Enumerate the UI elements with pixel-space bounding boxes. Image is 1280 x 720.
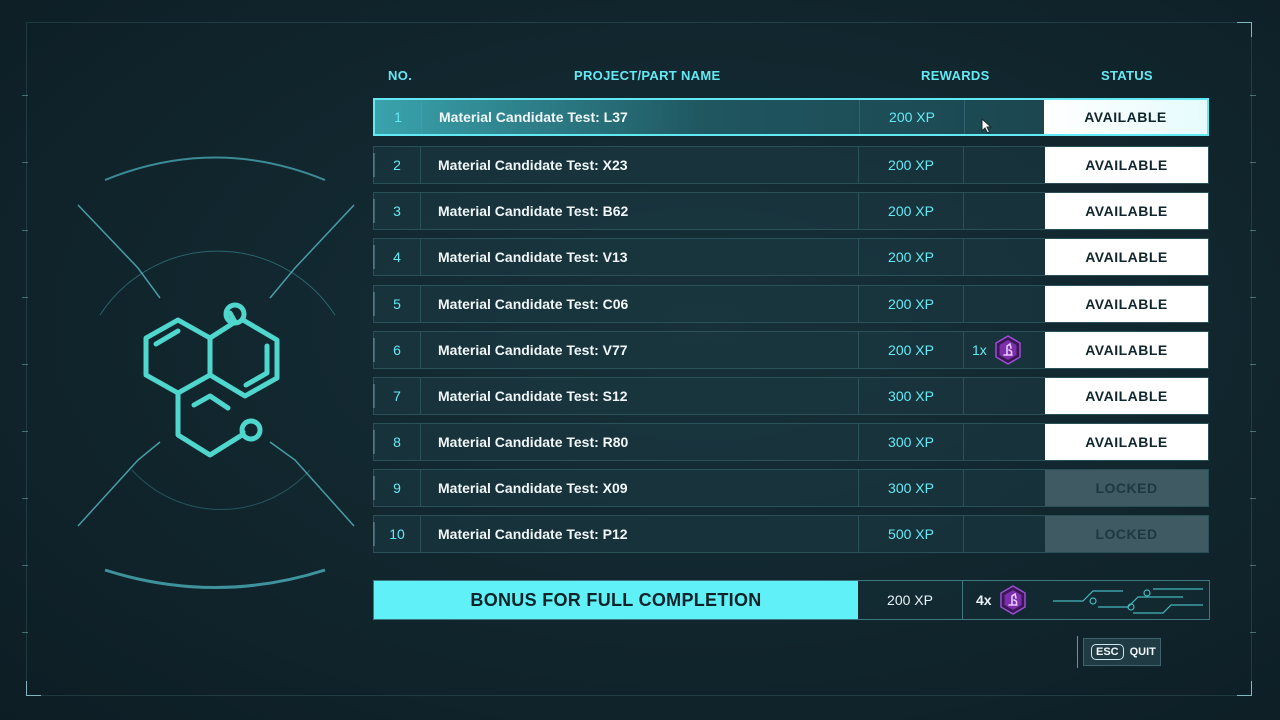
frame-tick (22, 498, 28, 499)
frame-tick (1250, 431, 1256, 432)
header-status: STATUS (1101, 68, 1153, 83)
header-rewards: REWARDS (921, 68, 990, 83)
row-name: Material Candidate Test: L37 (439, 109, 628, 125)
row-name: Material Candidate Test: X09 (438, 480, 628, 496)
row-number: 1 (375, 100, 422, 134)
table-row[interactable]: 9 Material Candidate Test: X09 300 XP LO… (373, 469, 1209, 507)
row-xp: 200 XP (859, 100, 965, 134)
molecule-icon (77, 156, 355, 589)
frame-tick (22, 565, 28, 566)
row-name: Material Candidate Test: C06 (438, 296, 629, 312)
bonus-xp: 200 XP (858, 581, 963, 619)
row-name: Material Candidate Test: S12 (438, 388, 628, 404)
row-xp: 200 XP (858, 147, 964, 183)
table-row[interactable]: 8 Material Candidate Test: R80 300 XP AV… (373, 423, 1209, 461)
frame-corner (1237, 681, 1252, 696)
frame-tick (22, 162, 28, 163)
bonus-label: BONUS FOR FULL COMPLETION (374, 581, 858, 619)
row-number: 7 (374, 378, 421, 414)
row-number: 6 (374, 332, 421, 368)
table-row[interactable]: 5 Material Candidate Test: C06 200 XP AV… (373, 285, 1209, 323)
frame-tick (22, 230, 28, 231)
quit-button[interactable]: ESC QUIT (1083, 638, 1161, 666)
status-badge: LOCKED (1045, 470, 1208, 506)
status-badge: AVAILABLE (1045, 147, 1208, 183)
table-row[interactable]: 7 Material Candidate Test: S12 300 XP AV… (373, 377, 1209, 415)
frame-tick (1250, 230, 1256, 231)
row-xp: 500 XP (858, 516, 964, 552)
row-xp: 200 XP (858, 332, 964, 368)
frame-tick (1250, 297, 1256, 298)
frame-tick (1250, 498, 1256, 499)
frame-tick (22, 95, 28, 96)
frame-tick (22, 431, 28, 432)
table-row[interactable]: 6 Material Candidate Test: V77 200 XP 1x… (373, 331, 1209, 369)
row-number: 5 (374, 286, 421, 322)
row-xp: 300 XP (858, 470, 964, 506)
row-name: Material Candidate Test: R80 (438, 434, 629, 450)
status-badge: AVAILABLE (1045, 378, 1208, 414)
esc-key-hint: ESC (1091, 644, 1124, 660)
reward-item: 1x (972, 332, 1023, 368)
table-row[interactable]: 2 Material Candidate Test: X23 200 XP AV… (373, 146, 1209, 184)
row-xp: 300 XP (858, 378, 964, 414)
microscope-token-icon (995, 335, 1021, 365)
status-badge: AVAILABLE (1045, 239, 1208, 275)
row-number: 2 (374, 147, 421, 183)
status-badge: AVAILABLE (1045, 424, 1208, 460)
quit-divider (1077, 636, 1078, 668)
row-name: Material Candidate Test: V77 (438, 342, 628, 358)
status-badge: AVAILABLE (1045, 332, 1208, 368)
row-xp: 300 XP (858, 424, 964, 460)
frame-tick (1250, 632, 1256, 633)
quit-label: QUIT (1129, 646, 1156, 658)
header-no: NO. (388, 68, 413, 83)
frame-corner (26, 681, 41, 696)
frame-tick (22, 297, 28, 298)
frame-tick (1250, 565, 1256, 566)
bonus-row: BONUS FOR FULL COMPLETION 200 XP 4x (373, 580, 1210, 620)
reward-item-count: 1x (972, 342, 987, 358)
table-row[interactable]: 1 Material Candidate Test: L37 200 XP AV… (373, 98, 1209, 136)
row-name: Material Candidate Test: V13 (438, 249, 628, 265)
status-badge: AVAILABLE (1045, 286, 1208, 322)
row-xp: 200 XP (858, 193, 964, 229)
frame-tick (1250, 95, 1256, 96)
frame-tick (22, 364, 28, 365)
row-xp: 200 XP (858, 286, 964, 322)
status-badge: LOCKED (1045, 516, 1208, 552)
row-number: 4 (374, 239, 421, 275)
frame-tick (1250, 364, 1256, 365)
row-name: Material Candidate Test: X23 (438, 157, 628, 173)
frame-tick (22, 632, 28, 633)
table-row[interactable]: 10 Material Candidate Test: P12 500 XP L… (373, 515, 1209, 553)
row-number: 9 (374, 470, 421, 506)
row-name: Material Candidate Test: P12 (438, 526, 628, 542)
table-row[interactable]: 4 Material Candidate Test: V13 200 XP AV… (373, 238, 1209, 276)
bonus-reward-item: 4x (976, 581, 1028, 619)
row-number: 3 (374, 193, 421, 229)
header-project-name: PROJECT/PART NAME (574, 68, 721, 83)
mouse-cursor-icon (981, 118, 993, 134)
table-row[interactable]: 3 Material Candidate Test: B62 200 XP AV… (373, 192, 1209, 230)
row-xp: 200 XP (858, 239, 964, 275)
frame-tick (1250, 162, 1256, 163)
status-badge: AVAILABLE (1044, 100, 1207, 134)
row-number: 8 (374, 424, 421, 460)
microscope-token-icon (999, 585, 1026, 615)
status-badge: AVAILABLE (1045, 193, 1208, 229)
row-name: Material Candidate Test: B62 (438, 203, 629, 219)
row-number: 10 (374, 516, 421, 552)
circuit-pattern-icon (1053, 588, 1203, 614)
bonus-item-count: 4x (976, 592, 992, 608)
frame-corner (1237, 22, 1252, 37)
